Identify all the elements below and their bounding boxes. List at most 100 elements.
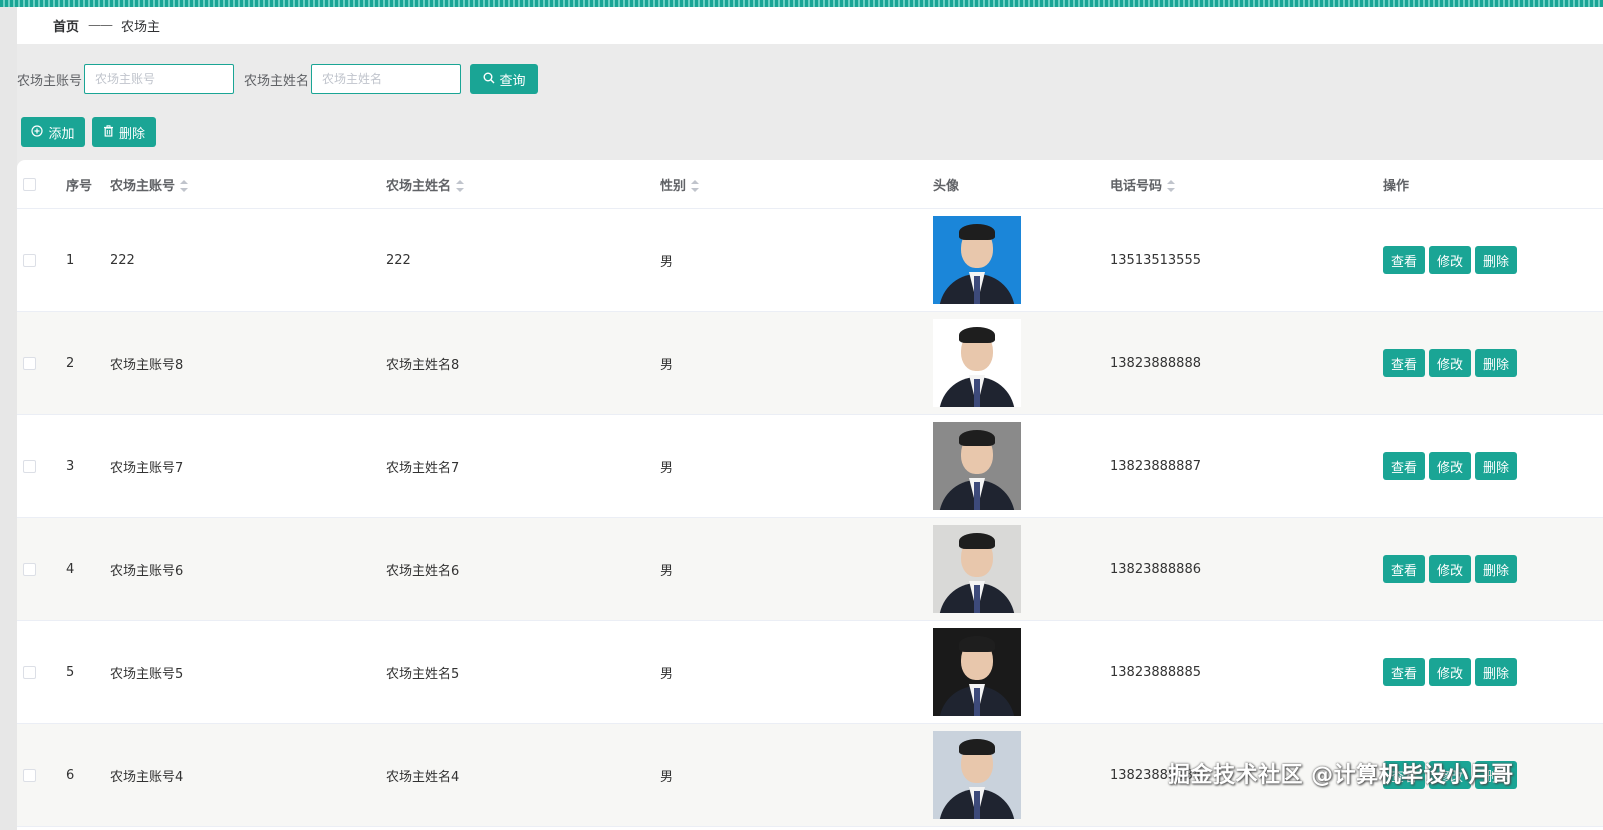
name-search-input[interactable]	[311, 64, 462, 94]
row-checkbox[interactable]	[23, 665, 36, 679]
cell-account: 农场主账号6	[110, 517, 386, 621]
cell-name: 农场主姓名4	[386, 723, 660, 827]
view-button[interactable]: 查看	[1383, 246, 1425, 274]
edit-button[interactable]: 修改	[1429, 349, 1471, 377]
sort-icon[interactable]	[456, 180, 465, 192]
cell-index: 5	[66, 620, 110, 724]
cell-ops: 查看 修改 删除	[1383, 311, 1603, 415]
column-header-account[interactable]: 农场主账号	[110, 160, 386, 209]
table-row: 3 农场主账号7 农场主姓名7 男 13823888887 查看 修改 删除	[17, 414, 1603, 518]
batch-delete-button[interactable]: 删除	[92, 117, 156, 147]
search-form: 农场主账号 农场主姓名 查询	[17, 63, 539, 95]
row-checkbox[interactable]	[23, 459, 36, 473]
name-label: 农场主姓名	[244, 73, 310, 89]
avatar-image[interactable]	[933, 731, 1021, 819]
query-button[interactable]: 查询	[470, 64, 539, 94]
cell-name: 222	[386, 208, 660, 312]
cell-account: 农场主账号4	[110, 723, 386, 827]
avatar-image[interactable]	[933, 216, 1021, 304]
column-header-name[interactable]: 农场主姓名	[386, 160, 660, 209]
delete-button[interactable]: 删除	[1475, 246, 1517, 274]
view-button[interactable]: 查看	[1383, 452, 1425, 480]
view-button[interactable]: 查看	[1383, 349, 1425, 377]
cell-gender: 男	[660, 723, 933, 827]
cell-account: 农场主账号7	[110, 414, 386, 518]
left-rail	[0, 7, 17, 830]
delete-button[interactable]: 删除	[1475, 349, 1517, 377]
table-row: 2 农场主账号8 农场主姓名8 男 13823888888 查看 修改 删除	[17, 311, 1603, 415]
row-checkbox[interactable]	[23, 562, 36, 576]
account-label: 农场主账号	[17, 73, 83, 89]
edit-button[interactable]: 修改	[1429, 246, 1471, 274]
account-search-input[interactable]	[84, 64, 235, 94]
table-row: 1 222 222 男 13513513555 查看 修改 删除	[17, 208, 1603, 312]
breadcrumb-separator: ——	[88, 18, 113, 33]
breadcrumb-current: 农场主	[121, 20, 161, 35]
table-header-row: 序号 农场主账号 农场主姓名 性别 头像 电话号码 操作	[17, 160, 1603, 209]
data-table: 序号 农场主账号 农场主姓名 性别 头像 电话号码 操作 1 222 222 男…	[17, 160, 1603, 830]
delete-button[interactable]: 删除	[1475, 555, 1517, 583]
query-button-label: 查询	[499, 73, 526, 89]
cell-index: 2	[66, 311, 110, 415]
cell-name: 农场主姓名5	[386, 620, 660, 724]
column-header-index: 序号	[66, 160, 110, 209]
add-button-label: 添加	[48, 126, 75, 142]
cell-account: 222	[110, 208, 386, 312]
cell-gender: 男	[660, 311, 933, 415]
cell-index: 6	[66, 723, 110, 827]
view-button[interactable]: 查看	[1383, 555, 1425, 583]
row-checkbox[interactable]	[23, 356, 36, 370]
cell-account: 农场主账号8	[110, 311, 386, 415]
row-checkbox[interactable]	[23, 768, 36, 782]
avatar-image[interactable]	[933, 525, 1021, 613]
cell-index: 3	[66, 414, 110, 518]
cell-ops: 查看 修改 删除	[1383, 517, 1603, 621]
watermark: 掘金技术社区 @计算机毕设小月哥	[1168, 763, 1514, 788]
breadcrumb: 首页 —— 农场主	[17, 7, 1603, 44]
cell-phone: 13513513555	[1110, 208, 1383, 312]
row-checkbox[interactable]	[23, 253, 36, 267]
cell-account: 农场主账号5	[110, 620, 386, 724]
column-header-gender[interactable]: 性别	[660, 160, 933, 209]
edit-button[interactable]: 修改	[1429, 452, 1471, 480]
cell-index: 1	[66, 208, 110, 312]
breadcrumb-home[interactable]: 首页	[53, 16, 79, 35]
cell-ops: 查看 修改 删除	[1383, 414, 1603, 518]
table-row: 4 农场主账号6 农场主姓名6 男 13823888886 查看 修改 删除	[17, 517, 1603, 621]
column-header-avatar: 头像	[933, 160, 1110, 209]
cell-ops: 查看 修改 删除	[1383, 208, 1603, 312]
table-row: 5 农场主账号5 农场主姓名5 男 13823888885 查看 修改 删除	[17, 620, 1603, 724]
toolbar: 添加 删除	[21, 117, 163, 147]
batch-delete-button-label: 删除	[118, 126, 145, 142]
cell-name: 农场主姓名6	[386, 517, 660, 621]
delete-button[interactable]: 删除	[1475, 658, 1517, 686]
cell-ops: 查看 修改 删除	[1383, 620, 1603, 724]
add-button[interactable]: 添加	[21, 117, 85, 147]
cell-gender: 男	[660, 208, 933, 312]
cell-index: 4	[66, 517, 110, 621]
cell-phone: 13823888888	[1110, 311, 1383, 415]
cell-phone: 13823888886	[1110, 517, 1383, 621]
edit-button[interactable]: 修改	[1429, 555, 1471, 583]
plus-circle-icon	[31, 124, 44, 140]
column-header-phone[interactable]: 电话号码	[1110, 160, 1383, 209]
cell-gender: 男	[660, 414, 933, 518]
delete-button[interactable]: 删除	[1475, 452, 1517, 480]
cell-name: 农场主姓名7	[386, 414, 660, 518]
sort-icon[interactable]	[691, 180, 700, 192]
cell-gender: 男	[660, 620, 933, 724]
view-button[interactable]: 查看	[1383, 658, 1425, 686]
sort-icon[interactable]	[1167, 180, 1176, 192]
cell-name: 农场主姓名8	[386, 311, 660, 415]
sort-icon[interactable]	[180, 180, 189, 192]
cell-gender: 男	[660, 517, 933, 621]
avatar-image[interactable]	[933, 319, 1021, 407]
column-header-ops: 操作	[1383, 160, 1603, 209]
edit-button[interactable]: 修改	[1429, 658, 1471, 686]
top-accent-strip	[0, 0, 1603, 7]
avatar-image[interactable]	[933, 628, 1021, 716]
cell-phone: 13823888887	[1110, 414, 1383, 518]
avatar-image[interactable]	[933, 422, 1021, 510]
select-all-checkbox[interactable]	[23, 177, 36, 191]
search-icon	[483, 72, 495, 87]
